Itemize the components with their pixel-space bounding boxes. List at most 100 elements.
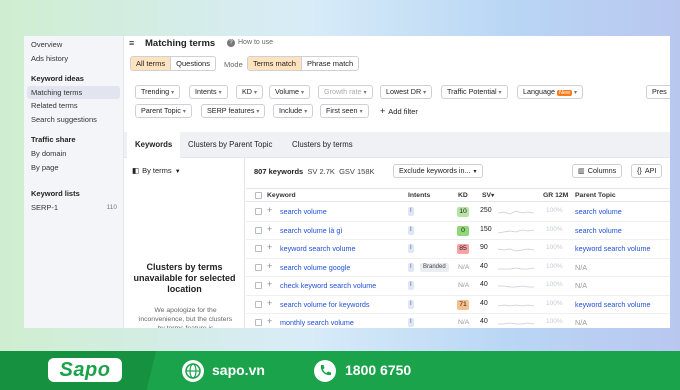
all-terms-button[interactable]: All terms bbox=[131, 57, 171, 70]
parent-topic-link[interactable]: keyword search volume bbox=[575, 300, 651, 309]
unavailable-message: We apologize for the inconvenience, but … bbox=[138, 307, 233, 328]
first-seen-filter[interactable]: First seen ▾ bbox=[320, 104, 369, 118]
add-filter-label: Add filter bbox=[388, 107, 418, 116]
sidebar-item-serp-list[interactable]: SERP-1 bbox=[31, 203, 58, 212]
table-row[interactable]: + search volume google I Branded N/A 40 100% N/… bbox=[246, 259, 670, 277]
row-checkbox[interactable] bbox=[255, 226, 262, 234]
tab-clusters-terms[interactable]: Clusters by terms bbox=[284, 132, 361, 158]
volume-filter[interactable]: Volume ▾ bbox=[269, 85, 310, 99]
add-to-list-icon[interactable]: + bbox=[267, 205, 272, 215]
chevron-down-icon: ▾ bbox=[574, 90, 578, 96]
sv-sparkline bbox=[498, 322, 534, 325]
new-badge: New bbox=[556, 90, 572, 96]
keyword-link[interactable]: keyword search volume bbox=[280, 244, 356, 253]
kd-filter[interactable]: KD ▾ bbox=[236, 85, 264, 99]
app-window: Overview Ads history Keyword ideas Match… bbox=[24, 36, 670, 328]
sidebar-item-overview[interactable]: Overview bbox=[31, 40, 62, 49]
intent-badge: I bbox=[408, 281, 414, 290]
pres-label: Pres bbox=[652, 87, 667, 96]
col-kd[interactable]: KD bbox=[458, 192, 468, 199]
language-filter[interactable]: Language New ▾ bbox=[517, 85, 584, 99]
keyword-link[interactable]: search volume là gì bbox=[280, 226, 342, 235]
add-filter-button[interactable]: + Add filter bbox=[380, 106, 418, 116]
add-to-list-icon[interactable]: + bbox=[267, 224, 272, 234]
sidebar-item-ads-history[interactable]: Ads history bbox=[31, 54, 68, 63]
sidebar: Overview Ads history Keyword ideas Match… bbox=[24, 36, 124, 328]
intents-filter[interactable]: Intents ▾ bbox=[189, 85, 228, 99]
exclude-keywords-dropdown[interactable]: Exclude keywords in... ▾ bbox=[393, 164, 483, 178]
by-terms-dropdown[interactable]: ◧ By terms ▼ bbox=[132, 166, 181, 175]
parent-topic-link[interactable]: keyword search volume bbox=[575, 244, 651, 253]
lowest-dr-label: Lowest DR bbox=[386, 87, 422, 96]
add-to-list-icon[interactable]: + bbox=[267, 261, 272, 271]
serp-features-filter[interactable]: SERP features ▾ bbox=[201, 104, 266, 118]
sidebar-item-related-terms[interactable]: Related terms bbox=[31, 101, 78, 110]
table-row[interactable]: + check keyword search volume I N/A 40 100% N/… bbox=[246, 277, 670, 296]
table-row[interactable]: + search volume for keywords I 71 40 100% keyw… bbox=[246, 296, 670, 314]
include-filter[interactable]: Include ▾ bbox=[273, 104, 314, 118]
row-checkbox[interactable] bbox=[255, 263, 262, 271]
growth-value: 100% bbox=[546, 281, 563, 288]
col-sv[interactable]: SV▾ bbox=[482, 192, 494, 199]
pres-filter[interactable]: Pres bbox=[646, 85, 670, 99]
tab-clusters-parent-topic[interactable]: Clusters by Parent Topic bbox=[180, 132, 280, 158]
panel-icon: ◧ bbox=[132, 166, 140, 175]
sidebar-item-by-domain[interactable]: By domain bbox=[31, 149, 66, 158]
trending-filter[interactable]: Trending ▾ bbox=[135, 85, 181, 99]
add-to-list-icon[interactable]: + bbox=[267, 298, 272, 308]
lowest-dr-filter[interactable]: Lowest DR ▾ bbox=[380, 85, 433, 99]
include-label: Include bbox=[279, 106, 303, 115]
add-to-list-icon[interactable]: + bbox=[267, 279, 272, 289]
columns-button[interactable]: ▥ Columns bbox=[572, 164, 623, 178]
mode-label: Mode bbox=[224, 60, 243, 69]
row-checkbox[interactable] bbox=[255, 282, 262, 289]
phrase-match-button[interactable]: Phrase match bbox=[300, 57, 358, 70]
sidebar-item-by-page[interactable]: By page bbox=[31, 163, 59, 172]
table-row[interactable]: + search volume là gì I 0 150 100% search volu… bbox=[246, 222, 670, 240]
growth-rate-filter[interactable]: Growth rate ▾ bbox=[318, 85, 373, 99]
row-checkbox[interactable] bbox=[255, 208, 262, 215]
row-checkbox[interactable] bbox=[255, 245, 262, 252]
tab-keywords[interactable]: Keywords bbox=[127, 132, 181, 158]
growth-value: 100% bbox=[546, 225, 563, 233]
sv-value: 40 bbox=[480, 318, 488, 325]
plus-icon: + bbox=[380, 106, 386, 116]
select-all-checkbox[interactable] bbox=[255, 192, 262, 199]
api-button[interactable]: {} API bbox=[631, 164, 663, 178]
table-row[interactable]: + monthly search volume I N/A 40 100% N/A bbox=[246, 314, 670, 328]
questions-button[interactable]: Questions bbox=[170, 57, 215, 70]
chevron-down-icon: ▾ bbox=[363, 90, 367, 96]
keyword-link[interactable]: search volume google bbox=[280, 263, 350, 272]
col-gr[interactable]: GR 12M bbox=[543, 192, 568, 199]
traffic-potential-filter[interactable]: Traffic Potential ▾ bbox=[441, 85, 508, 99]
col-intents[interactable]: Intents bbox=[408, 192, 430, 199]
row-checkbox[interactable] bbox=[255, 319, 262, 326]
kd-badge: 0 bbox=[457, 225, 469, 236]
intent-badge: I bbox=[408, 318, 414, 327]
how-to-use-link[interactable]: ? How to use bbox=[227, 39, 273, 47]
terms-match-button[interactable]: Terms match bbox=[248, 57, 301, 70]
growth-value: 100% bbox=[546, 207, 563, 214]
keyword-link[interactable]: search volume bbox=[280, 207, 327, 216]
parent-topic-filter[interactable]: Parent Topic ▾ bbox=[135, 104, 192, 118]
sv-value: 250 bbox=[480, 207, 492, 214]
total-sv: SV 2.7K bbox=[307, 167, 335, 176]
table-row[interactable]: + search volume I 10 250 100% search volume bbox=[246, 203, 670, 222]
parent-topic-link[interactable]: search volume bbox=[575, 207, 622, 216]
col-parent-topic[interactable]: Parent Topic bbox=[575, 192, 616, 199]
volume-label: Volume bbox=[275, 87, 299, 96]
table-row[interactable]: + keyword search volume I 85 90 100% keyword s… bbox=[246, 240, 670, 259]
sidebar-item-search-suggestions[interactable]: Search suggestions bbox=[31, 115, 97, 124]
sidebar-item-matching-terms[interactable]: Matching terms bbox=[27, 86, 120, 99]
keyword-link[interactable]: search volume for keywords bbox=[280, 300, 369, 309]
add-to-list-icon[interactable]: + bbox=[267, 242, 272, 252]
add-to-list-icon[interactable]: + bbox=[267, 316, 272, 326]
keyword-link[interactable]: monthly search volume bbox=[280, 318, 354, 327]
keyword-link[interactable]: check keyword search volume bbox=[280, 281, 376, 290]
code-icon: {} bbox=[637, 166, 642, 175]
col-keyword[interactable]: Keyword bbox=[267, 192, 296, 199]
sv-value: 40 bbox=[480, 262, 488, 270]
row-checkbox[interactable] bbox=[255, 300, 262, 308]
menu-icon[interactable]: ≡ bbox=[129, 38, 134, 48]
parent-topic-link[interactable]: search volume bbox=[575, 226, 622, 235]
